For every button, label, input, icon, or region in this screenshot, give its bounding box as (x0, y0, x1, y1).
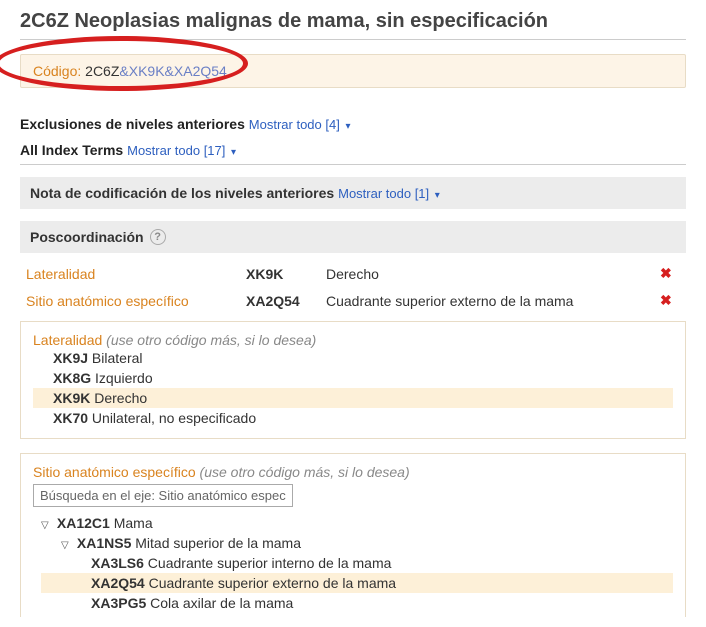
tree-leaf[interactable]: XA3PG5 Cola axilar de la mama (41, 593, 673, 613)
lat-option[interactable]: XK9J Bilateral (33, 348, 673, 368)
code-label: Código: (33, 63, 81, 79)
exclusions-label: Exclusiones de niveles anteriores (20, 116, 245, 132)
sitio-panel: Sitio anatómico específico (use otro cód… (20, 453, 686, 617)
postcoord-title: Poscoordinación (30, 229, 144, 245)
help-icon[interactable]: ? (150, 229, 166, 245)
tree-leaf[interactable]: XA2Q54 Cuadrante superior externo de la … (41, 573, 673, 593)
page-title: 2C6Z Neoplasias malignas de mama, sin es… (20, 10, 686, 40)
index-terms-showall[interactable]: Mostrar todo [17] (127, 143, 236, 158)
code-ext-2: XA2Q54 (174, 63, 227, 79)
code-ext-1: XK9K (129, 63, 165, 79)
tree-root[interactable]: ▽ XA12C1 Mama (41, 513, 673, 533)
site-tree: ▽ XA12C1 Mama ▽ XA1NS5 Mitad superior de… (33, 513, 673, 613)
axis-desc-site: Cuadrante superior externo de la mama (326, 293, 660, 309)
lat-panel-hint: (use otro código más, si lo desea) (106, 332, 316, 348)
chevron-down-icon (433, 186, 440, 201)
lat-option[interactable]: XK70 Unilateral, no especificado (33, 408, 673, 428)
site-panel-hint: (use otro código más, si lo desea) (200, 464, 410, 480)
chevron-down-icon (343, 117, 350, 132)
chevron-down-icon (229, 143, 236, 158)
axis-label-site: Sitio anatómico específico (26, 293, 246, 309)
tree-leaf[interactable]: XA3LS6 Cuadrante superior interno de la … (41, 553, 673, 573)
index-terms-label: All Index Terms (20, 142, 123, 158)
remove-site-icon[interactable]: ✖ (660, 292, 680, 309)
remove-lat-icon[interactable]: ✖ (660, 265, 680, 282)
index-terms-row: All Index Terms Mostrar todo [17] (20, 142, 686, 165)
code-box: Código: 2C6Z&XK9K&XA2Q54 (20, 54, 686, 88)
code-amp-2: & (165, 63, 174, 79)
lat-option[interactable]: XK8G Izquierdo (33, 368, 673, 388)
code-main: 2C6Z (85, 63, 119, 79)
axis-label-lat: Lateralidad (26, 266, 246, 282)
coding-note-banner: Nota de codificación de los niveles ante… (20, 177, 686, 209)
lat-option[interactable]: XK9K Derecho (33, 388, 673, 408)
site-search-input[interactable] (33, 484, 293, 507)
coding-note-showall[interactable]: Mostrar todo [1] (338, 186, 440, 201)
toggle-icon[interactable]: ▽ (61, 540, 73, 551)
axis-code-site: XA2Q54 (246, 293, 326, 309)
axis-desc-lat: Derecho (326, 266, 660, 282)
code-amp-1: & (119, 63, 128, 79)
exclusions-row: Exclusiones de niveles anteriores Mostra… (20, 116, 686, 132)
site-panel-title: Sitio anatómico específico (33, 464, 196, 480)
exclusions-showall[interactable]: Mostrar todo [4] (249, 117, 351, 132)
axis-code-lat: XK9K (246, 266, 326, 282)
postcoord-selection: Lateralidad XK9K Derecho ✖ Sitio anatómi… (20, 253, 686, 321)
coding-note-label: Nota de codificación de los niveles ante… (30, 185, 334, 201)
postcoord-header: Poscoordinación ? (20, 221, 686, 253)
lat-panel-title: Lateralidad (33, 332, 102, 348)
toggle-icon[interactable]: ▽ (41, 520, 53, 531)
tree-child[interactable]: ▽ XA1NS5 Mitad superior de la mama (41, 533, 673, 553)
lateralidad-panel: Lateralidad (use otro código más, si lo … (20, 321, 686, 439)
